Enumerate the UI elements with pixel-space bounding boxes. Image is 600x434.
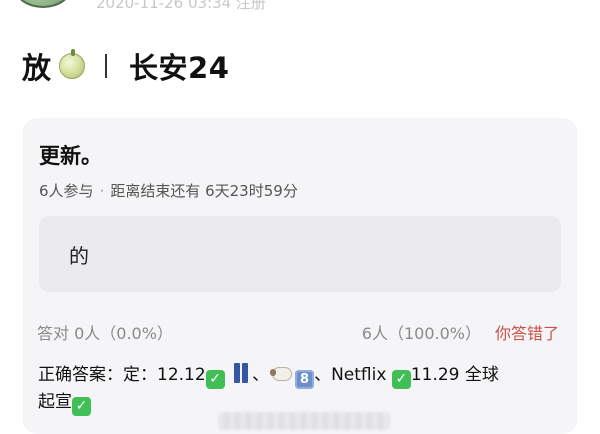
poll-countdown: 距离结束还有 6天23时59分 <box>110 182 298 200</box>
check-icon: ✓ <box>391 370 411 389</box>
wrong-answer-label: 你答错了 <box>494 324 559 343</box>
post-header: 2020-11-26 03:34 注册 <box>0 0 600 28</box>
post-title: 放 长安24 <box>22 44 229 88</box>
selected-result: 6人（100.0%） <box>361 324 481 343</box>
poll-title: 更新。 <box>39 144 102 168</box>
post-meta: 2020-11-26 03:34 注册 <box>96 0 266 12</box>
jeans-icon <box>233 363 249 383</box>
answer-sep-2: 、Netflix <box>314 365 387 385</box>
post-title-right: 长安24 <box>129 51 230 85</box>
poll-option-label: 的 <box>69 243 89 268</box>
answer-sep-1: 、 <box>252 365 270 385</box>
weibo-post: 2020-11-26 03:34 注册 放 长安24 更新。 6人参与 · 距离结束… <box>0 0 600 434</box>
watermark <box>218 412 390 430</box>
poll-card: 更新。 6人参与 · 距离结束还有 6天23时59分 的 答对 0人（0.0%） 6… <box>23 118 577 434</box>
post-title-left: 放 <box>22 51 52 85</box>
title-divider <box>105 54 108 78</box>
check-icon: ✓ <box>205 370 225 389</box>
check-icon: ✓ <box>72 397 91 416</box>
poll-stats: 6人参与 · 距离结束还有 6天23时59分 <box>39 180 298 201</box>
stats-separator: · <box>99 182 105 200</box>
sheep-icon <box>270 365 294 382</box>
poll-option[interactable]: 的 <box>39 216 561 292</box>
participant-count: 6人参与 <box>39 182 94 200</box>
keycap-icon: 8 <box>295 370 315 389</box>
avatar[interactable] <box>14 0 72 8</box>
melon-icon <box>59 49 86 79</box>
answer-suffix-1: 11.29 全球 <box>410 365 499 385</box>
answer-suffix-2: 起宣 <box>38 392 72 412</box>
answer-prefix: 正确答案：定：12.12 <box>38 365 206 385</box>
selected-result-row: 6人（100.0%） 你答错了 <box>362 320 559 344</box>
correct-result: 答对 0人（0.0%） <box>37 324 173 343</box>
correct-answer: 正确答案：定：12.12 ✓ 、 8 、Netflix ✓ 11.29 全球 起宣 ✓ <box>38 362 566 416</box>
